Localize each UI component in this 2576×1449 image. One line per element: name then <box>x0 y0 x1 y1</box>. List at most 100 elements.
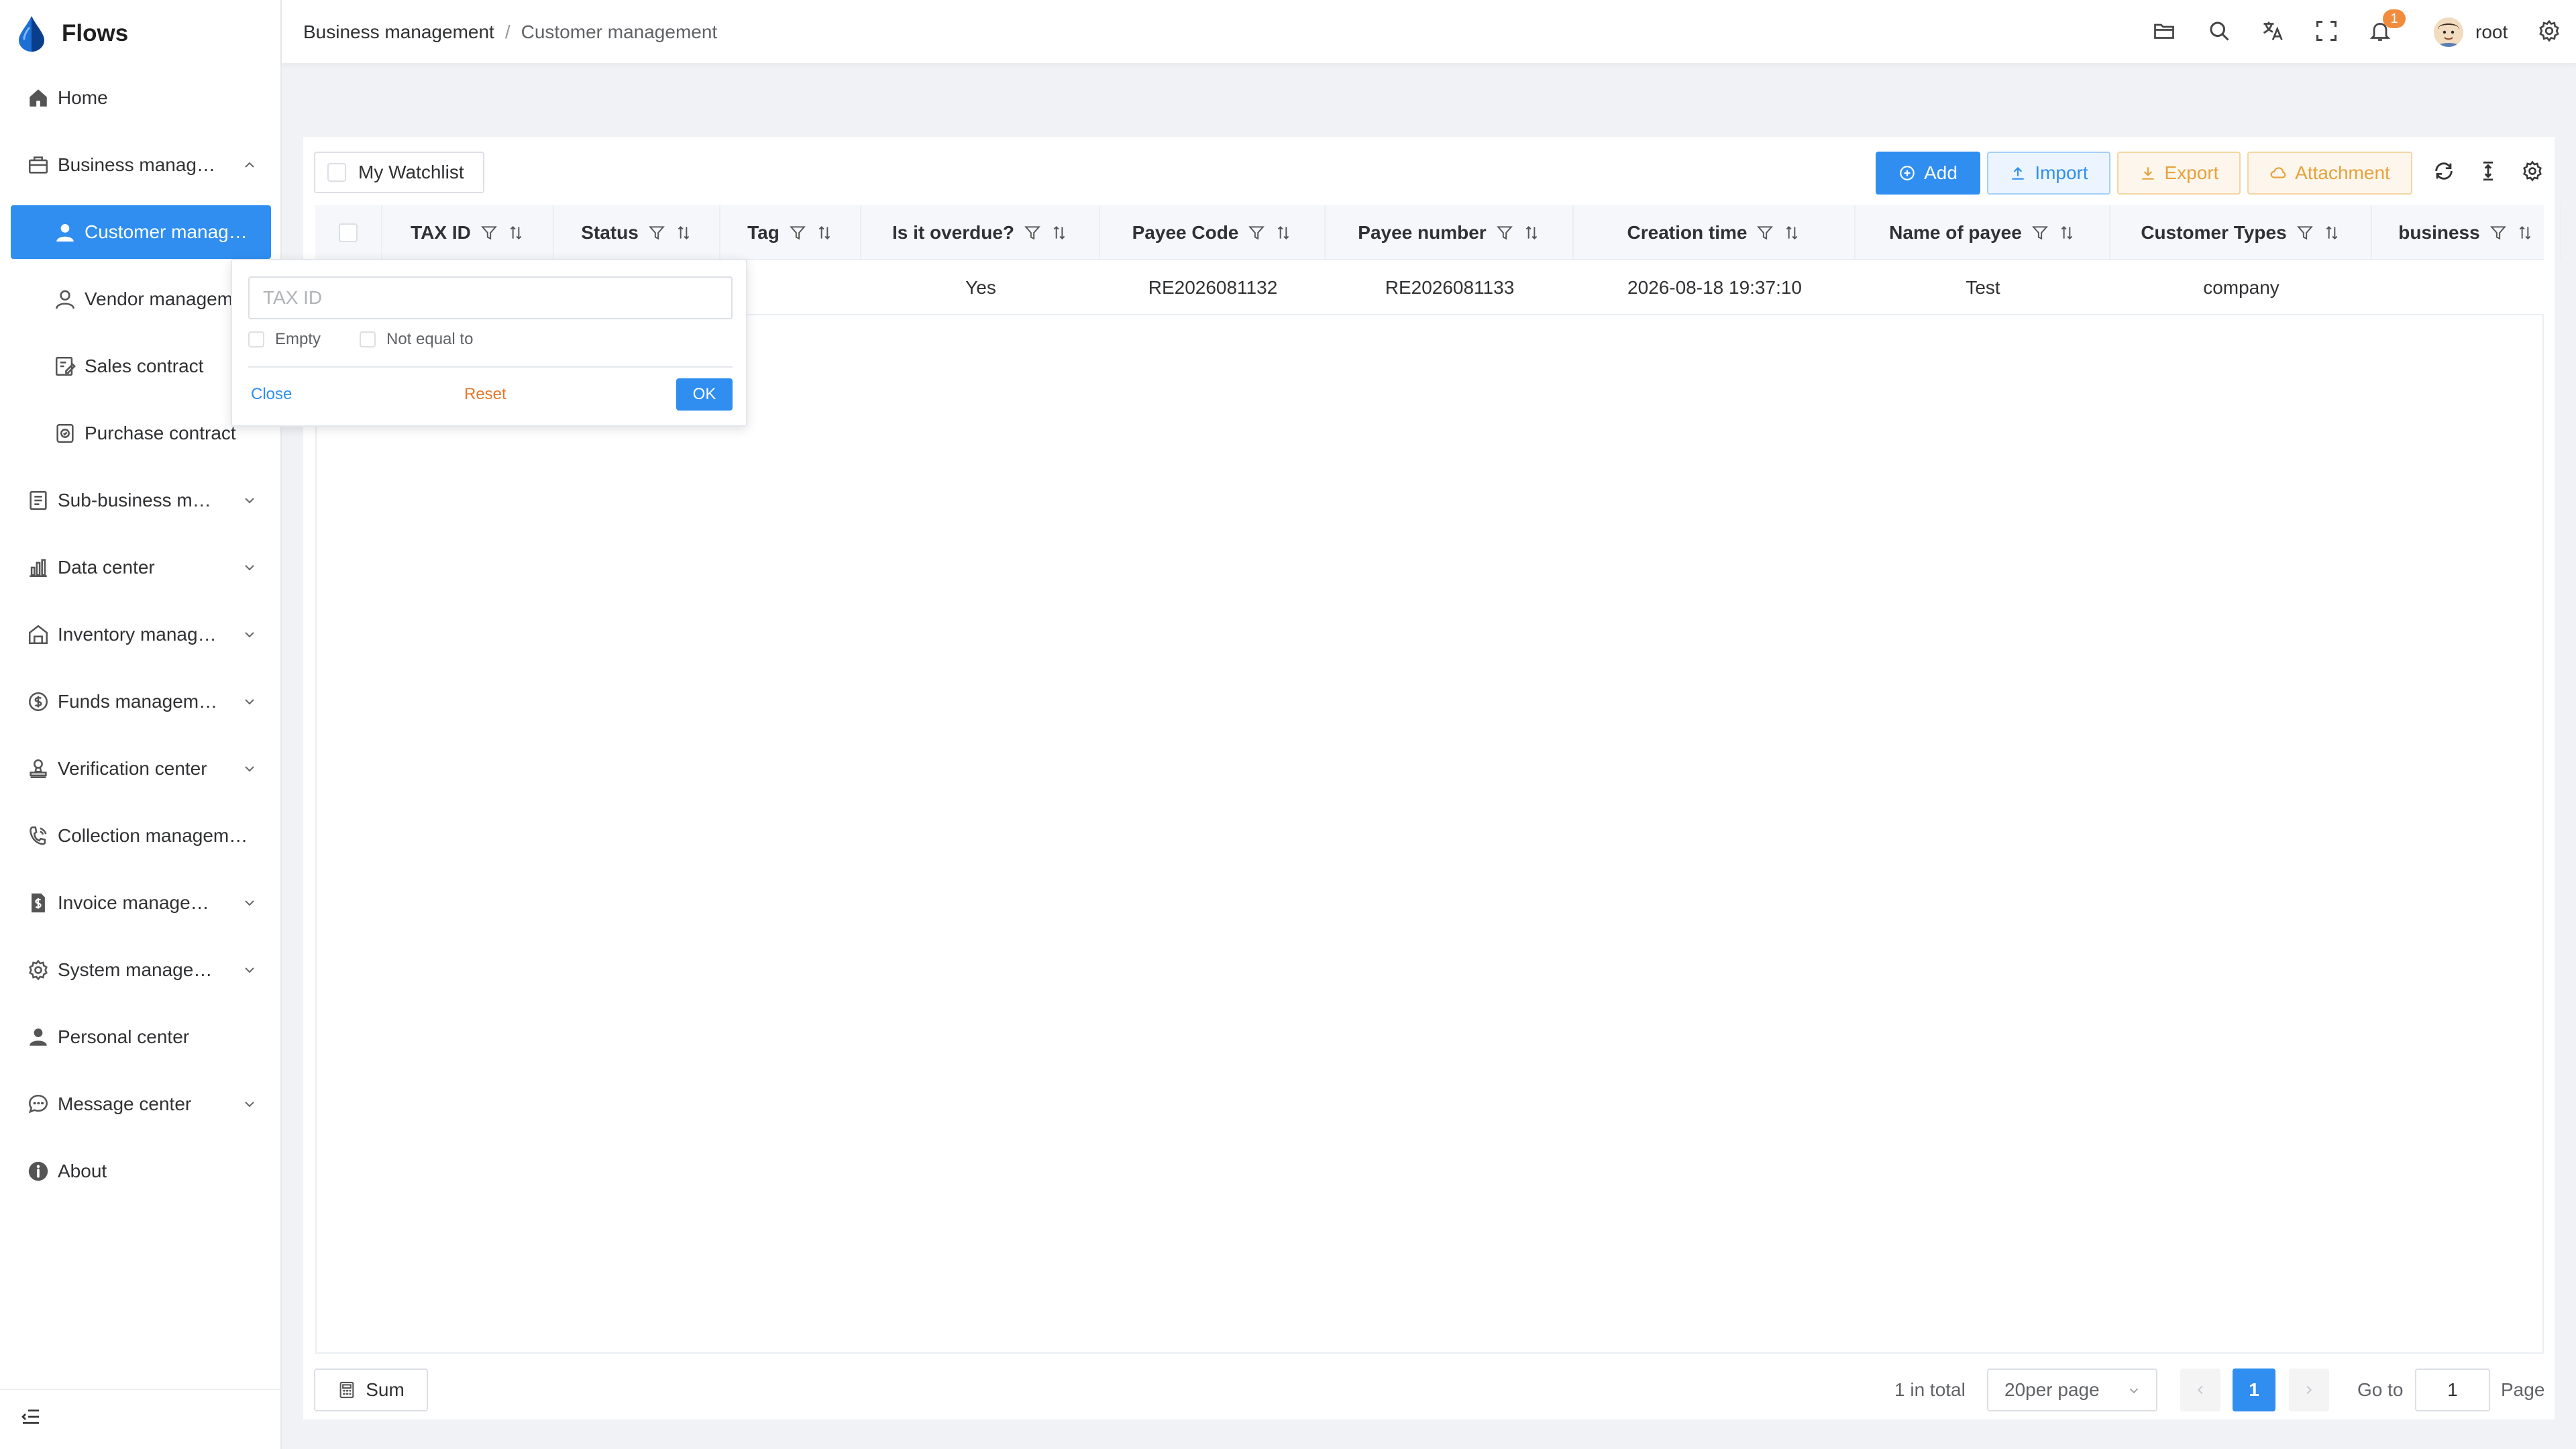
column-header-payee-number[interactable]: Payee number <box>1326 205 1574 260</box>
column-header-customer-types[interactable]: Customer Types <box>2110 205 2372 260</box>
column-header-tag[interactable]: Tag <box>720 205 861 260</box>
my-watchlist-toggle[interactable]: My Watchlist <box>314 152 484 193</box>
chevron-left-icon <box>2197 1385 2203 1395</box>
folder-icon[interactable] <box>2152 19 2176 43</box>
breadcrumb-separator: / <box>504 21 511 42</box>
column-height-icon[interactable] <box>2477 160 2500 182</box>
filter-icon[interactable] <box>1024 224 1041 241</box>
sidebar-item-sub-business-management[interactable]: Sub-business m… <box>11 474 271 527</box>
sidebar-item-invoice-management[interactable]: Invoice manage… <box>11 876 271 930</box>
sort-icon[interactable] <box>1051 224 1068 241</box>
filter-icon[interactable] <box>2296 224 2314 241</box>
filter-icon[interactable] <box>789 224 806 241</box>
cell-payee-number: RE2026081133 <box>1385 277 1515 298</box>
column-header-name-of-payee[interactable]: Name of payee <box>1856 205 2110 260</box>
sidebar-item-system-management[interactable]: System manage… <box>11 943 271 997</box>
export-button[interactable]: Export <box>2117 152 2241 195</box>
filter-ok-button[interactable]: OK <box>676 378 733 411</box>
sidebar-item-business-management[interactable]: Business manag… <box>11 138 271 192</box>
filter-icon[interactable] <box>1496 224 1513 241</box>
prev-page-button[interactable] <box>2180 1368 2220 1411</box>
avatar[interactable] <box>2434 17 2463 47</box>
search-icon[interactable] <box>2207 19 2231 43</box>
next-page-button[interactable] <box>2289 1368 2329 1411</box>
column-header-tax-id[interactable]: TAX ID <box>382 205 554 260</box>
sidebar-item-funds-management[interactable]: Funds managem… <box>11 675 271 729</box>
filter-icon[interactable] <box>1248 224 1265 241</box>
filter-option-not-equal[interactable]: Not equal to <box>360 330 473 349</box>
sum-label: Sum <box>366 1379 405 1400</box>
sidebar-item-verification-center[interactable]: Verification center <box>11 742 271 796</box>
import-button-label: Import <box>2035 162 2088 183</box>
sidebar-item-customer-management[interactable]: Customer manag… <box>11 205 271 259</box>
goto-page-input[interactable] <box>2415 1368 2490 1411</box>
sidebar-item-data-center[interactable]: Data center <box>11 541 271 594</box>
filter-icon[interactable] <box>480 224 498 241</box>
top-header: Business management / Customer managemen… <box>282 0 2576 64</box>
filter-close-button[interactable]: Close <box>251 385 292 404</box>
attachment-button[interactable]: Attachment <box>2247 152 2412 195</box>
current-page-number[interactable]: 1 <box>2233 1368 2275 1411</box>
filter-option-empty[interactable]: Empty <box>248 330 321 349</box>
sidebar-item-label: Invoice manage… <box>58 892 209 913</box>
filter-icon[interactable] <box>1756 224 1774 241</box>
not-equal-checkbox[interactable] <box>360 331 376 347</box>
sort-icon[interactable] <box>675 224 692 241</box>
add-button[interactable]: Add <box>1876 152 1980 195</box>
sort-icon[interactable] <box>507 224 525 241</box>
sidebar-item-label: Personal center <box>58 1026 190 1047</box>
sidebar-item-collection-management[interactable]: Collection managem… <box>11 809 271 863</box>
import-button[interactable]: Import <box>1987 152 2110 195</box>
filter-reset-button[interactable]: Reset <box>464 385 506 404</box>
column-header-label: business <box>2398 222 2480 243</box>
attachment-button-label: Attachment <box>2295 162 2390 183</box>
column-header-status[interactable]: Status <box>554 205 720 260</box>
sidebar-item-home[interactable]: Home <box>11 71 271 125</box>
filter-icon[interactable] <box>2031 224 2049 241</box>
stamp-icon <box>30 759 47 779</box>
collapse-menu-icon[interactable] <box>20 1406 42 1428</box>
sort-icon[interactable] <box>2323 224 2341 241</box>
page-size-value: 20per page <box>2004 1379 2100 1400</box>
breadcrumb-item-business-management[interactable]: Business management <box>303 21 494 43</box>
sidebar-item-label: Business manag… <box>58 154 216 175</box>
sidebar-item-message-center[interactable]: Message center <box>11 1077 271 1131</box>
empty-checkbox[interactable] <box>248 331 264 347</box>
sum-button[interactable]: Sum <box>314 1368 428 1411</box>
sort-icon[interactable] <box>2058 224 2076 241</box>
sidebar-item-label: Customer manag… <box>85 221 248 242</box>
username[interactable]: root <box>2475 21 2508 43</box>
sort-icon[interactable] <box>1523 224 1540 241</box>
translate-icon[interactable] <box>2261 19 2285 43</box>
export-button-label: Export <box>2164 162 2219 183</box>
settings-gear-icon[interactable] <box>2537 19 2561 43</box>
tax-id-filter-input[interactable] <box>248 276 733 319</box>
column-header-business[interactable]: business <box>2372 205 2561 260</box>
sidebar-item-personal-center[interactable]: Personal center <box>11 1010 271 1064</box>
page-label: Page <box>2501 1379 2545 1400</box>
sort-icon[interactable] <box>816 224 833 241</box>
watchlist-checkbox[interactable] <box>327 163 346 182</box>
fullscreen-icon[interactable] <box>2314 19 2339 43</box>
column-header-payee-code[interactable]: Payee Code <box>1100 205 1326 260</box>
column-header-label: Is it overdue? <box>892 222 1015 243</box>
page-size-select[interactable]: 20per page <box>1987 1368 2157 1411</box>
sidebar-item-inventory-management[interactable]: Inventory manag… <box>11 608 271 661</box>
filter-icon[interactable] <box>2489 224 2507 241</box>
gear-icon <box>29 959 48 981</box>
refresh-icon[interactable] <box>2432 160 2455 182</box>
table-settings-icon[interactable] <box>2521 160 2544 182</box>
add-button-label: Add <box>1924 162 1957 183</box>
sort-icon[interactable] <box>1275 224 1292 241</box>
app-logo[interactable]: Flows <box>16 15 128 52</box>
column-header-is-overdue[interactable]: Is it overdue? <box>861 205 1100 260</box>
sidebar-item-label: Inventory manag… <box>58 624 217 645</box>
filter-icon[interactable] <box>648 224 665 241</box>
breadcrumb-item-customer-management: Customer management <box>521 21 718 42</box>
column-header-creation-time[interactable]: Creation time <box>1574 205 1856 260</box>
sort-icon[interactable] <box>1783 224 1801 241</box>
sidebar-item-about[interactable]: About <box>11 1144 271 1198</box>
home-icon <box>30 89 47 107</box>
select-all-checkbox[interactable] <box>339 223 358 242</box>
sort-icon[interactable] <box>2516 224 2534 241</box>
